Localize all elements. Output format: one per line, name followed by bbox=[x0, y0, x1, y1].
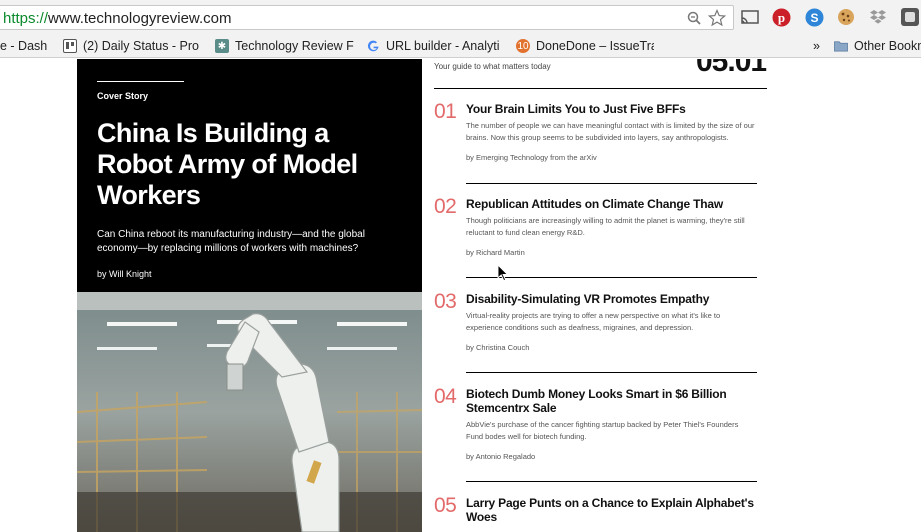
cover-rule bbox=[97, 81, 184, 82]
story-title[interactable]: Your Brain Limits You to Just Five BFFs bbox=[466, 102, 756, 116]
story-number: 03 bbox=[434, 290, 457, 313]
cover-photo-robot-arm[interactable] bbox=[77, 292, 422, 532]
bookmark-label: Other Bookm bbox=[854, 39, 921, 53]
bookmark-star-icon[interactable] bbox=[708, 9, 726, 27]
issue-date: 05.01 bbox=[696, 59, 767, 78]
zoom-icon[interactable] bbox=[685, 9, 703, 27]
story-title[interactable]: Larry Page Punts on a Chance to Explain … bbox=[466, 496, 756, 524]
tr-icon: ✱ bbox=[215, 39, 229, 53]
trello-icon bbox=[63, 39, 77, 53]
story-summary: AbbVie's purchase of the cancer fighting… bbox=[466, 420, 739, 441]
folder-icon bbox=[834, 39, 848, 53]
bookmarks-bar: e - Dash (2) Daily Status - Pro ✱ Techno… bbox=[0, 34, 921, 58]
story-number: 01 bbox=[434, 100, 457, 123]
header-divider bbox=[434, 88, 767, 89]
svg-text:S: S bbox=[810, 11, 818, 25]
story-divider bbox=[466, 183, 757, 184]
cover-headline[interactable]: China Is Building a Robot Army of Model … bbox=[97, 118, 397, 211]
story-item[interactable]: 04 Biotech Dumb Money Looks Smart in $6 … bbox=[434, 385, 757, 465]
address-bar[interactable]: https://www.technologyreview.com bbox=[0, 5, 734, 30]
url-scheme: https:// bbox=[3, 10, 49, 27]
story-summary: Virtual-reality projects are trying to o… bbox=[466, 311, 721, 332]
dropbox-icon[interactable] bbox=[868, 7, 888, 27]
cookie-icon[interactable] bbox=[836, 7, 856, 27]
cover-dek: Can China reboot its manufacturing indus… bbox=[97, 229, 365, 254]
s-extension-icon[interactable]: S bbox=[804, 7, 824, 27]
cast-icon[interactable] bbox=[740, 7, 760, 27]
story-title[interactable]: Disability-Simulating VR Promotes Empath… bbox=[466, 292, 756, 306]
bookmark-daily-status[interactable]: (2) Daily Status - Pro bbox=[63, 37, 201, 55]
cover-kicker: Cover Story bbox=[97, 91, 149, 101]
story-byline[interactable]: by Antonio Regalado bbox=[466, 452, 535, 461]
bookmarks-overflow-button[interactable]: » bbox=[813, 37, 820, 55]
cover-story[interactable]: Cover Story China Is Building a Robot Ar… bbox=[77, 59, 422, 532]
story-byline[interactable]: by Emerging Technology from the arXiv bbox=[466, 153, 597, 162]
other-bookmarks-folder[interactable]: Other Bookm bbox=[834, 37, 921, 55]
bookmark-label: URL builder - Analyti bbox=[386, 39, 500, 53]
overflow-chevron-icon: » bbox=[813, 39, 820, 53]
google-icon bbox=[366, 39, 380, 53]
story-number: 02 bbox=[434, 195, 457, 218]
story-byline[interactable]: by Christina Couch bbox=[466, 343, 529, 352]
story-summary: The number of people we can have meaning… bbox=[466, 121, 755, 142]
bookmark-donedone[interactable]: 10 DoneDone – IssueTra bbox=[516, 37, 654, 55]
bookmark-label: Technology Review F bbox=[235, 39, 354, 53]
story-summary: Though politicians are increasingly will… bbox=[466, 216, 745, 237]
svg-text:p: p bbox=[777, 10, 784, 25]
story-title[interactable]: Republican Attitudes on Climate Change T… bbox=[466, 197, 756, 211]
story-item[interactable]: 01 Your Brain Limits You to Just Five BF… bbox=[434, 100, 757, 170]
url-host: www.technologyreview.com bbox=[48, 10, 232, 27]
story-item[interactable]: 02 Republican Attitudes on Climate Chang… bbox=[434, 195, 757, 265]
mouse-cursor-icon bbox=[497, 264, 509, 282]
bookmark-dash[interactable]: e - Dash bbox=[0, 37, 56, 55]
bookmark-url-builder[interactable]: URL builder - Analyti bbox=[366, 37, 504, 55]
bookmark-label: DoneDone – IssueTra bbox=[536, 39, 654, 53]
story-divider bbox=[466, 481, 757, 482]
story-byline[interactable]: by Richard Martin bbox=[466, 248, 525, 257]
story-number: 04 bbox=[434, 385, 457, 408]
browser-toolbar: https://www.technologyreview.com p S bbox=[0, 0, 921, 34]
bookmark-label: (2) Daily Status - Pro bbox=[83, 39, 200, 53]
bookmark-label: e - Dash bbox=[0, 39, 48, 53]
extension-icon[interactable] bbox=[900, 7, 920, 27]
story-divider bbox=[466, 372, 757, 373]
cover-byline[interactable]: by Will Knight bbox=[97, 269, 152, 279]
story-divider bbox=[466, 277, 757, 278]
page-content: Your guide to what matters today 05.01 C… bbox=[0, 59, 921, 532]
address-bar-url[interactable]: https://www.technologyreview.com bbox=[3, 10, 231, 27]
donedone-icon: 10 bbox=[516, 39, 530, 53]
story-number: 05 bbox=[434, 494, 457, 517]
story-title[interactable]: Biotech Dumb Money Looks Smart in $6 Bil… bbox=[466, 387, 756, 415]
story-item[interactable]: 03 Disability-Simulating VR Promotes Emp… bbox=[434, 290, 757, 360]
bookmark-technology-review[interactable]: ✱ Technology Review F bbox=[215, 37, 355, 55]
story-item[interactable]: 05 Larry Page Punts on a Chance to Expla… bbox=[434, 494, 757, 532]
page-tagline: Your guide to what matters today bbox=[434, 62, 551, 71]
pinterest-icon[interactable]: p bbox=[771, 7, 791, 27]
